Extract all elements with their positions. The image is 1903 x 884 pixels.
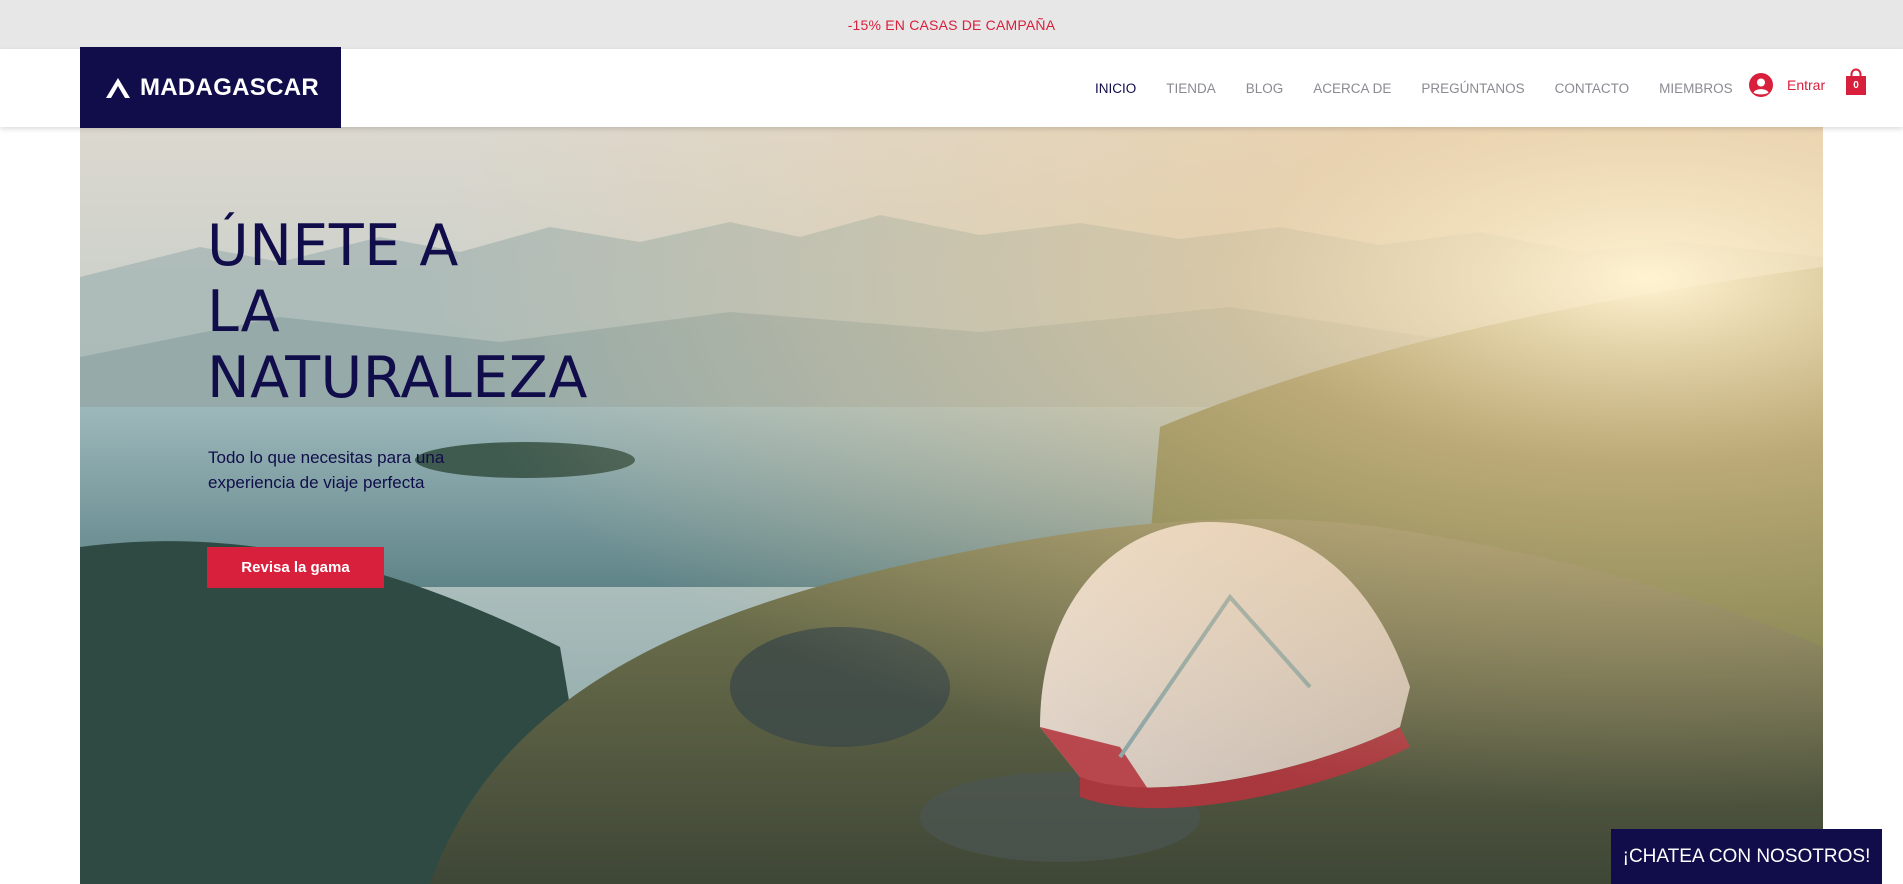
main-nav: INICIO TIENDA BLOG ACERCA DE PREGÚNTANOS… — [1080, 49, 1748, 127]
nav-item-miembros[interactable]: MIEMBROS — [1659, 81, 1733, 96]
nav-item-acerca-de[interactable]: ACERCA DE — [1313, 81, 1391, 96]
hero-title-line: LA — [207, 279, 281, 345]
nav-item-preguntanos[interactable]: PREGÚNTANOS — [1421, 81, 1524, 96]
cart-count: 0 — [1853, 80, 1859, 91]
hero-title: ÚNETE A LA NATURALEZA — [207, 213, 588, 411]
nav-item-contacto[interactable]: CONTACTO — [1555, 81, 1630, 96]
mountain-icon — [106, 77, 130, 98]
nav-item-inicio[interactable]: INICIO — [1095, 81, 1136, 96]
promo-text[interactable]: -15% EN CASAS DE CAMPAÑA — [848, 17, 1056, 33]
brand-name: MADAGASCAR — [140, 73, 319, 101]
user-icon — [1749, 73, 1773, 97]
hero-subtitle: Todo lo que necesitas para una experienc… — [208, 448, 445, 492]
hero-section: ÚNETE A LA NATURALEZA Todo lo que necesi… — [80, 127, 1823, 884]
cart-button[interactable]: 0 — [1845, 68, 1867, 96]
chat-button[interactable]: ¡CHATEA CON NOSOTROS! — [1611, 829, 1882, 884]
login-label: Entrar — [1787, 77, 1826, 93]
nav-item-tienda[interactable]: TIENDA — [1166, 81, 1216, 96]
nav-item-blog[interactable]: BLOG — [1246, 81, 1284, 96]
login-button[interactable]: Entrar — [1749, 73, 1825, 97]
site-header: MADAGASCAR INICIO TIENDA BLOG ACERCA DE … — [0, 47, 1903, 128]
hero-title-line: ÚNETE A — [207, 213, 459, 279]
logo[interactable]: MADAGASCAR — [80, 47, 341, 128]
promo-bar: -15% EN CASAS DE CAMPAÑA — [0, 0, 1903, 49]
shop-range-button[interactable]: Revisa la gama — [207, 547, 384, 588]
hero-title-line: NATURALEZA — [207, 345, 588, 411]
